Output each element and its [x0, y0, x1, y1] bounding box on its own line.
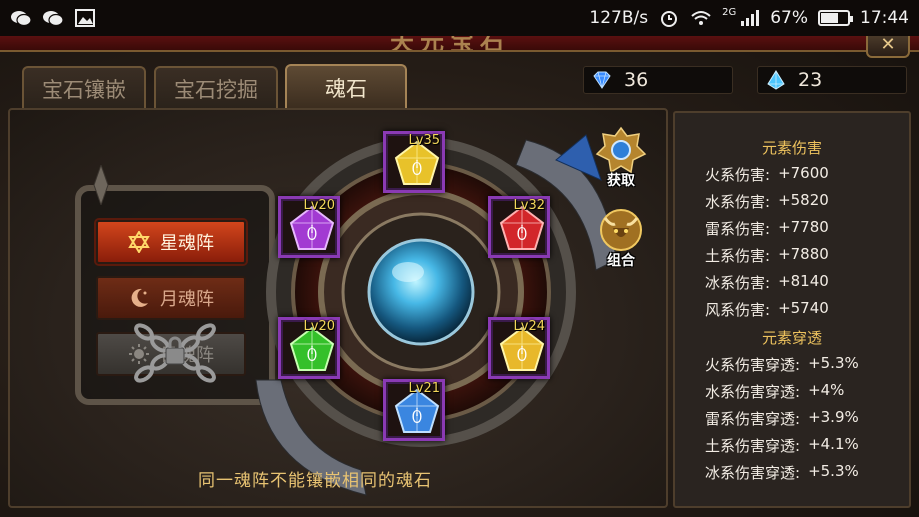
stat-row: 土系伤害: +7880 — [705, 245, 829, 266]
stat-label: 风系伤害: — [705, 301, 771, 319]
wechat-icon — [43, 11, 64, 27]
gem-level: Lv35 — [408, 133, 440, 148]
ornament-spike-icon — [93, 165, 109, 205]
star-array-label: 星魂阵 — [160, 233, 214, 254]
status-bar: 127B/s 2G 67% 17:44 — [0, 0, 919, 36]
diamond-count: 36 — [624, 69, 649, 91]
gem-slot-bottom[interactable]: ტ Lv21 — [383, 379, 445, 441]
stat-value: +4% — [808, 381, 845, 399]
stat-label: 水系伤害: — [705, 193, 771, 211]
diamond-icon — [593, 71, 611, 89]
wechat-icon — [11, 11, 32, 27]
stat-label: 冰系伤害穿透: — [705, 464, 801, 482]
svg-text:ტ: ტ — [517, 342, 527, 361]
gem-slot-upper-left[interactable]: ტ Lv20 — [278, 196, 340, 258]
stat-label: 雷系伤害穿透: — [705, 410, 801, 428]
stat-row: 雷系伤害: +7780 — [705, 218, 829, 239]
gem-level: Lv21 — [408, 381, 440, 396]
svg-text:ტ: ტ — [307, 221, 317, 240]
stat-value: +5.3% — [808, 354, 859, 372]
stat-label: 火系伤害穿透: — [705, 356, 801, 374]
tab-gem-mining[interactable]: 宝石挖掘 — [154, 66, 278, 110]
obtain-label: 获取 — [607, 173, 635, 189]
clock: 17:44 — [860, 8, 909, 28]
stat-row: 冰系伤害: +8140 — [705, 272, 829, 293]
stat-row: 水系伤害: +5820 — [705, 191, 829, 212]
close-button[interactable]: ✕ — [866, 36, 910, 58]
stat-value: +7780 — [778, 218, 829, 236]
obtain-button[interactable]: 获取 — [593, 126, 649, 189]
tab-gem-inlay[interactable]: 宝石镶嵌 — [22, 66, 146, 110]
gallery-icon — [75, 9, 95, 27]
star-array-button[interactable]: 星魂阵 — [96, 220, 246, 264]
signal-type: 2G — [722, 6, 737, 18]
diamond-counter: 36 — [583, 66, 733, 94]
stat-label: 土系伤害穿透: — [705, 437, 801, 455]
stat-value: +4.1% — [808, 435, 859, 453]
obtain-emblem-icon — [595, 126, 647, 174]
battery-percent: 67% — [770, 8, 808, 28]
stat-label: 雷系伤害: — [705, 220, 771, 238]
net-speed: 127B/s — [589, 8, 649, 28]
stat-label: 土系伤害: — [705, 247, 771, 265]
combine-button[interactable]: 组合 — [593, 206, 649, 269]
gem-slot-lower-right[interactable]: ტ Lv24 — [488, 317, 550, 379]
stat-label: 冰系伤害: — [705, 274, 771, 292]
stat-label: 水系伤害穿透: — [705, 383, 801, 401]
stat-value: +7600 — [778, 164, 829, 182]
crescent-icon — [131, 288, 148, 307]
stat-row: 冰系伤害穿透: +5.3% — [705, 462, 859, 483]
svg-text:ტ: ტ — [412, 404, 422, 423]
stat-value: +3.9% — [808, 408, 859, 426]
page-title: 天元宝石 — [390, 36, 510, 52]
svg-text:ტ: ტ — [307, 342, 317, 361]
title-bar: 天元宝石 — [0, 36, 919, 52]
game-screen: 127B/s 2G 67% 17:44 天元宝石 ✕ 宝石镶嵌 宝石挖掘 魂石 — [0, 0, 919, 517]
stat-row: 土系伤害穿透: +4.1% — [705, 435, 859, 456]
gem-level: Lv20 — [303, 319, 335, 334]
stat-value: +5740 — [778, 299, 829, 317]
stat-row: 水系伤害穿透: +4% — [705, 381, 844, 402]
tab-soul-stone[interactable]: 魂石 — [285, 64, 407, 110]
stat-row: 火系伤害: +7600 — [705, 164, 829, 185]
gem-slot-lower-left[interactable]: ტ Lv20 — [278, 317, 340, 379]
gem-level: Lv24 — [513, 319, 545, 334]
gem-level: Lv20 — [303, 198, 335, 213]
damage-section-title: 元素伤害 — [761, 139, 822, 157]
bull-emblem-icon — [600, 209, 642, 251]
penetration-section-title: 元素穿透 — [761, 329, 822, 347]
hexagram-icon — [128, 231, 150, 253]
stat-value: +7880 — [778, 245, 829, 263]
stat-row: 风系伤害: +5740 — [705, 299, 829, 320]
stat-value: +5.3% — [808, 462, 859, 480]
wifi-icon — [691, 11, 711, 25]
stat-value: +5820 — [778, 191, 829, 209]
combine-label: 组合 — [607, 253, 635, 269]
gem-slot-top[interactable]: ტ Lv35 — [383, 131, 445, 193]
inlay-rule-hint: 同一魂阵不能镶嵌相同的魂石 — [198, 471, 432, 491]
crystal-icon — [767, 70, 785, 90]
chain-lock-icon — [134, 323, 216, 383]
crystal-count: 23 — [798, 69, 823, 91]
stat-label: 火系伤害: — [705, 166, 771, 184]
gem-slot-upper-right[interactable]: ტ Lv32 — [488, 196, 550, 258]
element-stats-panel: 元素伤害 火系伤害: +7600 水系伤害: +5820 雷系伤害: +7780 土系… — [673, 111, 911, 508]
alarm-icon — [661, 11, 678, 27]
stat-row: 雷系伤害穿透: +3.9% — [705, 408, 859, 429]
svg-text:ტ: ტ — [517, 221, 527, 240]
stat-row: 火系伤害穿透: +5.3% — [705, 354, 859, 375]
crystal-counter: 23 — [757, 66, 907, 94]
signal-icon — [741, 10, 760, 26]
battery-icon — [818, 10, 853, 26]
moon-array-button[interactable]: 月魂阵 — [96, 276, 246, 320]
stat-value: +8140 — [778, 272, 829, 290]
moon-array-label: 月魂阵 — [160, 289, 214, 310]
svg-text:ტ: ტ — [412, 156, 422, 175]
gem-level: Lv32 — [513, 198, 545, 213]
